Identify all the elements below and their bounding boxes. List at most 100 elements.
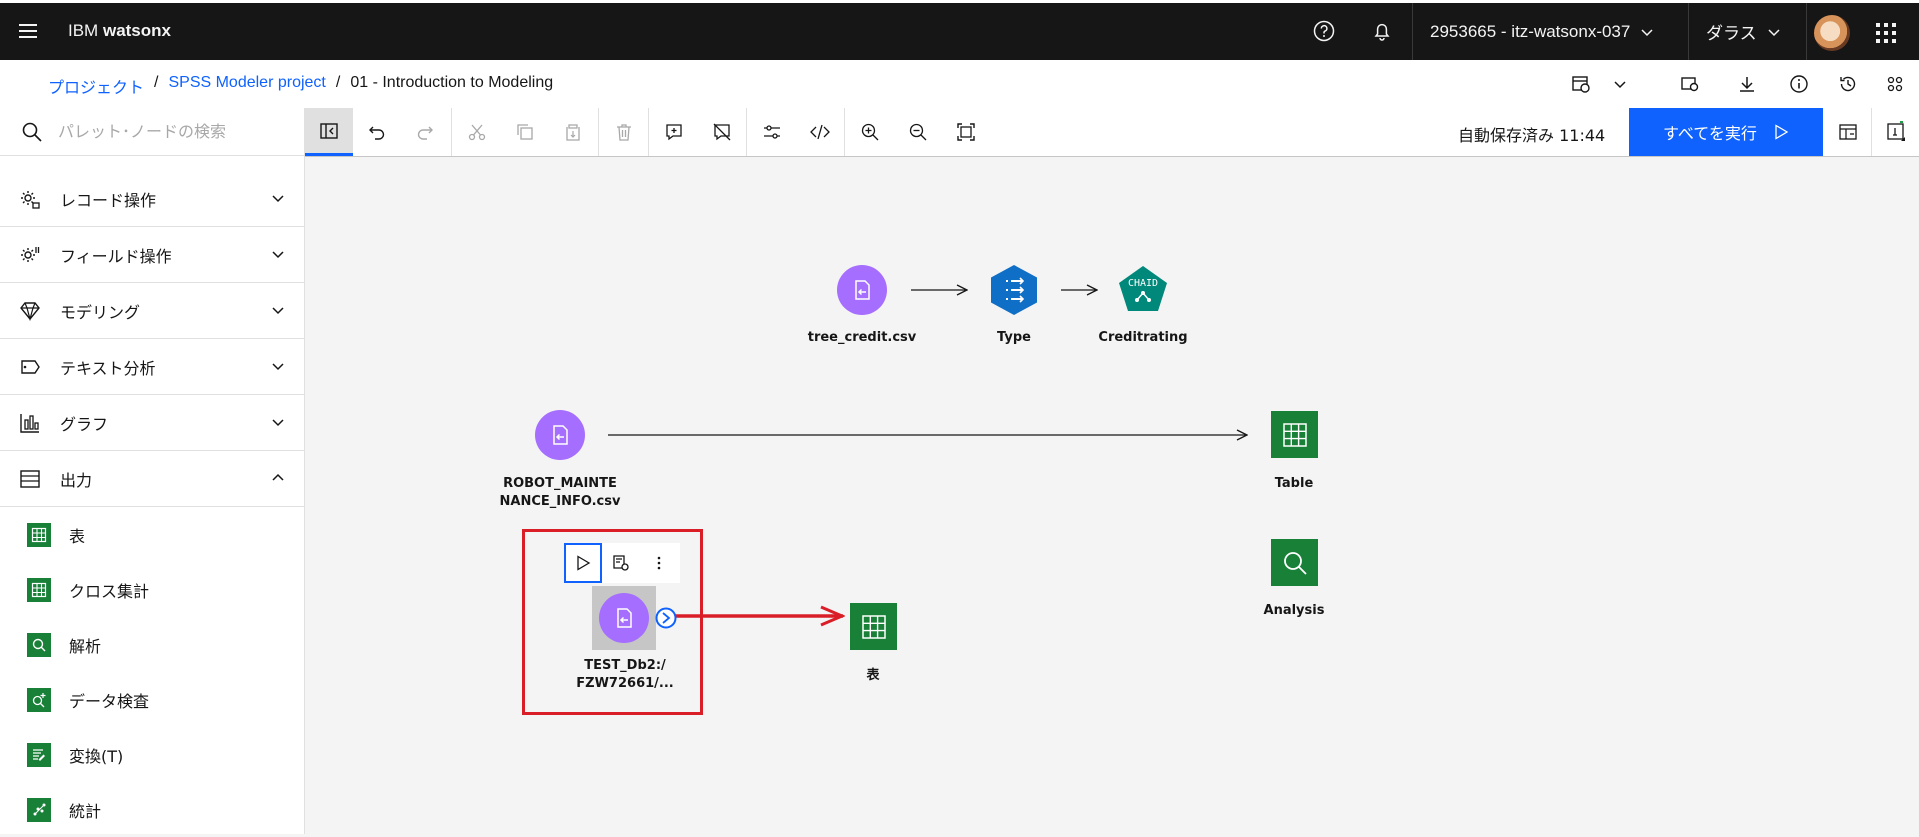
zoom-out-button[interactable] bbox=[894, 108, 942, 156]
toolbar-divider bbox=[746, 108, 747, 156]
modeling-icon bbox=[18, 299, 42, 323]
category-modeling[interactable]: モデリング bbox=[0, 283, 305, 339]
toggle-palette-button[interactable] bbox=[305, 108, 353, 156]
node-tree-credit-csv[interactable] bbox=[837, 265, 887, 315]
statistics-icon bbox=[27, 798, 51, 822]
breadcrumb-current-flow: 01 - Introduction to Modeling bbox=[350, 74, 554, 91]
zoom-out-icon bbox=[909, 123, 927, 141]
breadcrumb-bar: プロジェクト / SPSS Modeler project / 01 - Int… bbox=[0, 60, 1919, 108]
palette-node-transform[interactable]: 変換(T) bbox=[0, 728, 305, 782]
canvas-toolbar: 自動保存済み 11:44 すべてを実行 bbox=[305, 108, 1919, 157]
category-record-ops[interactable]: レコード操作 bbox=[0, 171, 305, 227]
toolbar-divider bbox=[844, 108, 845, 156]
node-hyo-table-output[interactable] bbox=[850, 603, 897, 650]
palette-node-label: 解析 bbox=[69, 637, 102, 656]
autosave-status: 自動保存済み 11:44 bbox=[1458, 126, 1606, 145]
output-port-icon bbox=[655, 607, 677, 629]
chevron-down-icon bbox=[272, 195, 284, 203]
redo-icon bbox=[417, 126, 433, 140]
preview-icon bbox=[613, 555, 629, 571]
palette-node-label: データ検査 bbox=[69, 692, 150, 711]
matrix-icon bbox=[27, 578, 51, 602]
cut-button[interactable] bbox=[453, 108, 501, 156]
node-label: Table bbox=[1274, 476, 1314, 491]
node-type[interactable] bbox=[987, 263, 1041, 317]
job-schedule-icon[interactable] bbox=[1565, 68, 1597, 100]
category-graph[interactable]: グラフ bbox=[0, 395, 305, 451]
node-robot-maintenance-csv[interactable] bbox=[535, 410, 585, 460]
palette-node-statistics[interactable]: 統計 bbox=[0, 783, 305, 837]
messages-panel-button[interactable] bbox=[1872, 108, 1919, 156]
transform-icon bbox=[27, 743, 51, 767]
node-label: Analysis bbox=[1263, 603, 1325, 618]
breadcrumb-spss-project[interactable]: SPSS Modeler project bbox=[168, 74, 325, 98]
data-asset-import-icon bbox=[617, 608, 632, 628]
add-comment-button[interactable] bbox=[650, 108, 698, 156]
category-label: 出力 bbox=[60, 470, 93, 490]
data-asset-import-icon bbox=[855, 280, 870, 300]
palette-node-analysis[interactable]: 解析 bbox=[0, 618, 305, 672]
hide-comments-button[interactable] bbox=[698, 108, 746, 156]
category-label: グラフ bbox=[60, 414, 109, 434]
region-switcher[interactable]: ダラス bbox=[1690, 3, 1797, 60]
chevron-down-icon[interactable] bbox=[1604, 68, 1636, 100]
node-label-line: FZW72661/... bbox=[576, 676, 674, 691]
help-icon[interactable] bbox=[1308, 15, 1340, 47]
chaid-badge: CHAID bbox=[1128, 278, 1158, 289]
brand-ibm: IBM bbox=[68, 21, 99, 40]
copy-icon bbox=[517, 124, 533, 140]
search-icon bbox=[22, 122, 42, 142]
category-field-ops[interactable]: フィールド操作 bbox=[0, 227, 305, 283]
copy-button[interactable] bbox=[501, 108, 549, 156]
hamburger-menu-icon[interactable] bbox=[12, 15, 44, 47]
category-text-analytics[interactable]: テキスト分析 bbox=[0, 339, 305, 395]
zoom-in-button[interactable] bbox=[846, 108, 894, 156]
info-icon[interactable] bbox=[1783, 68, 1815, 100]
node-output-port[interactable] bbox=[655, 607, 677, 629]
node-label-line: ROBOT_MAINTE bbox=[503, 476, 617, 491]
account-switcher[interactable]: 2953665 - itz-watsonx-037 bbox=[1414, 3, 1670, 60]
palette-node-table[interactable]: 表 bbox=[0, 508, 305, 562]
palette-node-matrix[interactable]: クロス集計 bbox=[0, 563, 305, 617]
paste-button[interactable] bbox=[549, 108, 597, 156]
table-icon bbox=[861, 614, 886, 639]
play-icon bbox=[577, 555, 591, 571]
output-icon bbox=[18, 467, 42, 491]
header-divider bbox=[1688, 3, 1689, 60]
palette-search-input[interactable] bbox=[58, 122, 288, 141]
node-preview-button[interactable] bbox=[602, 543, 640, 583]
run-node-button[interactable] bbox=[564, 543, 602, 583]
data-asset-import-icon bbox=[553, 425, 568, 445]
breadcrumb-projects[interactable]: プロジェクト bbox=[48, 74, 144, 98]
node-creditrating-chaid[interactable]: CHAID bbox=[1116, 263, 1170, 317]
category-label: テキスト分析 bbox=[60, 358, 156, 378]
node-table-output[interactable] bbox=[1271, 411, 1318, 458]
redo-button[interactable] bbox=[401, 108, 449, 156]
chevron-up-icon bbox=[272, 473, 284, 481]
record-ops-icon bbox=[18, 187, 42, 211]
node-overflow-menu[interactable] bbox=[640, 543, 678, 583]
undo-button[interactable] bbox=[353, 108, 401, 156]
settings-button[interactable] bbox=[748, 108, 796, 156]
user-avatar[interactable] bbox=[1814, 15, 1850, 51]
version-history-icon[interactable] bbox=[1832, 68, 1864, 100]
node-test-db2[interactable] bbox=[599, 593, 649, 643]
run-all-button[interactable]: すべてを実行 bbox=[1629, 108, 1823, 156]
outputs-panel-button[interactable] bbox=[1824, 108, 1872, 156]
fit-to-screen-button[interactable] bbox=[942, 108, 990, 156]
header-divider bbox=[1806, 3, 1807, 60]
flow-canvas[interactable]: tree_credit.csv Type CHAID Creditrating … bbox=[305, 157, 1919, 834]
product-brand[interactable]: IBM watsonx bbox=[68, 21, 171, 41]
notification-bell-icon[interactable] bbox=[1366, 15, 1398, 47]
download-icon[interactable] bbox=[1731, 68, 1763, 100]
code-view-button[interactable] bbox=[796, 108, 844, 156]
palette-node-data-audit[interactable]: データ検査 bbox=[0, 673, 305, 727]
app-switcher-icon[interactable] bbox=[1876, 23, 1896, 43]
delete-button[interactable] bbox=[600, 108, 648, 156]
flow-properties-icon[interactable] bbox=[1879, 68, 1911, 100]
node-analysis-output[interactable] bbox=[1271, 539, 1318, 586]
node-label-line: NANCE_INFO.csv bbox=[499, 494, 621, 509]
flow-settings-icon[interactable] bbox=[1674, 68, 1706, 100]
category-output[interactable]: 出力 bbox=[0, 451, 305, 507]
chevron-down-icon bbox=[272, 307, 284, 315]
